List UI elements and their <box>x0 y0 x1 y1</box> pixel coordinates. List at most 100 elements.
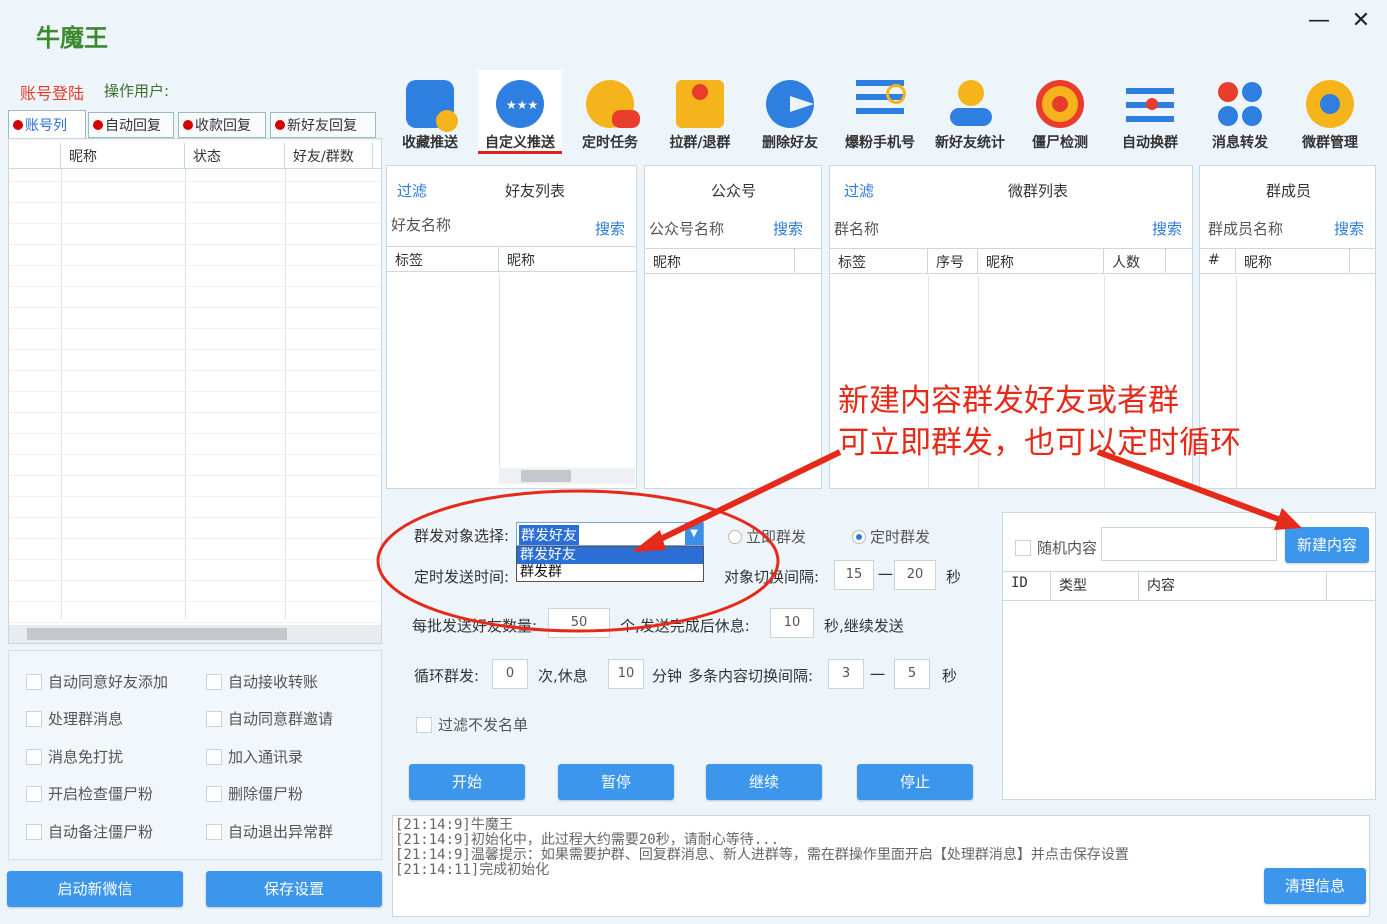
horizontal-scrollbar[interactable] <box>499 468 635 484</box>
close-icon[interactable]: ✕ <box>1348 8 1374 33</box>
option-delete-zombie[interactable]: 删除僵尸粉 <box>206 783 303 804</box>
col-header[interactable]: 好友/群数 <box>285 143 373 168</box>
multi-unit: 秒 <box>942 667 958 685</box>
toolbar-scheduled-task[interactable]: 定时任务 <box>568 70 652 154</box>
checkbox-icon <box>206 785 222 802</box>
loop-input[interactable]: 0 <box>492 659 528 689</box>
option-check-zombie[interactable]: 开启检查僵尸粉 <box>26 783 153 804</box>
toolbar-custom-push[interactable]: ★★★ 自定义推送 <box>478 70 562 154</box>
option-auto-receive-transfer[interactable]: 自动接收转账 <box>206 671 318 692</box>
option-auto-accept-invite[interactable]: 自动同意群邀请 <box>206 708 333 729</box>
col-header[interactable]: 昵称 <box>499 247 635 271</box>
col-header[interactable]: 序号 <box>928 249 978 273</box>
toolbar-message-forward[interactable]: 消息转发 <box>1198 70 1282 154</box>
dash: 一 <box>870 666 886 684</box>
switch-max-input[interactable]: 20 <box>894 560 936 590</box>
option-remark-zombie[interactable]: 自动备注僵尸粉 <box>26 821 153 842</box>
stop-button[interactable]: 停止 <box>857 764 973 800</box>
status-dot-icon <box>183 120 193 130</box>
toolbar-auto-switch-group[interactable]: 自动换群 <box>1108 70 1192 154</box>
loop-label: 循环群发: <box>414 667 480 685</box>
tab-label: 自动回复 <box>105 118 161 134</box>
official-title: 公众号 <box>711 182 757 200</box>
checkbox-icon <box>206 748 222 765</box>
tab-new-friend-reply[interactable]: 新好友回复 <box>270 112 376 138</box>
col-header[interactable]: 标签 <box>830 249 928 273</box>
start-button[interactable]: 开始 <box>409 764 525 800</box>
members-search-button[interactable]: 搜索 <box>1334 218 1364 239</box>
target-label: 群发对象选择: <box>414 527 510 545</box>
option-auto-accept-friend[interactable]: 自动同意好友添加 <box>26 671 168 692</box>
rest-input[interactable]: 10 <box>770 608 814 638</box>
col-header[interactable] <box>9 143 61 168</box>
horizontal-scrollbar[interactable] <box>9 625 381 643</box>
col-header[interactable]: # <box>1200 249 1236 273</box>
random-content-checkbox[interactable]: 随机内容 <box>1015 537 1097 558</box>
tab-account-list[interactable]: 账号列 <box>8 110 86 138</box>
dropdown-option[interactable]: 群发群 <box>517 564 703 581</box>
toolbar-new-friend-stats[interactable]: 新好友统计 <box>928 70 1012 154</box>
tab-payment-reply[interactable]: 收款回复 <box>178 112 266 138</box>
col-header[interactable]: 标签 <box>387 247 499 271</box>
chevron-down-icon[interactable]: ▼ <box>685 523 703 545</box>
dropdown-option[interactable]: 群发好友 <box>517 547 703 564</box>
loop-rest-input[interactable]: 10 <box>608 659 644 689</box>
target-select[interactable]: 群发好友 ▼ <box>516 522 704 546</box>
save-settings-button[interactable]: 保存设置 <box>206 871 382 907</box>
grid-dots-icon <box>1216 80 1264 128</box>
immediate-radio[interactable]: 立即群发 <box>728 526 806 547</box>
col-header[interactable]: 昵称 <box>978 249 1104 273</box>
bookmark-clock-icon <box>406 80 458 132</box>
groups-filter-link[interactable]: 过滤 <box>844 180 874 201</box>
multi-max-input[interactable]: 5 <box>894 659 930 689</box>
account-table[interactable]: 昵称 状态 好友/群数 <box>8 138 382 644</box>
resume-button[interactable]: 继续 <box>706 764 822 800</box>
option-mute[interactable]: 消息免打扰 <box>26 746 123 767</box>
target-icon <box>1036 80 1084 128</box>
status-dot-icon <box>13 119 23 130</box>
launch-wechat-button[interactable]: 启动新微信 <box>7 871 183 907</box>
filter-blacklist-checkbox[interactable]: 过滤不发名单 <box>416 714 528 735</box>
batch-input[interactable]: 50 <box>548 608 610 638</box>
toolbar-bookmark-push[interactable]: 收藏推送 <box>388 70 472 154</box>
loop-rest-unit: 分钟 <box>652 667 683 685</box>
user-chat-icon <box>586 80 640 128</box>
friends-filter-link[interactable]: 过滤 <box>397 180 427 201</box>
checkbox-label: 加入通讯录 <box>228 748 304 766</box>
members-name-label: 群成员名称 <box>1208 220 1284 238</box>
log-panel[interactable]: [21:14:9]牛魔王 [21:14:9]初始化中，此过程大约需要20秒，请耐… <box>392 815 1370 917</box>
new-content-button[interactable]: 新建内容 <box>1285 527 1369 563</box>
col-header[interactable]: ID <box>1003 572 1051 600</box>
toolbar-group-manage[interactable]: 微群管理 <box>1288 70 1372 154</box>
col-header[interactable]: 人数 <box>1104 249 1166 273</box>
groups-search-button[interactable]: 搜索 <box>1152 218 1182 239</box>
toolbar-zombie-detect[interactable]: 僵尸检测 <box>1018 70 1102 154</box>
option-exit-abnormal-group[interactable]: 自动退出异常群 <box>206 821 333 842</box>
toolbar-label: 微群管理 <box>1302 135 1358 151</box>
scheduled-radio[interactable]: 定时群发 <box>852 526 930 547</box>
col-header[interactable]: 昵称 <box>1236 249 1350 273</box>
app-window: 牛魔王 — ✕ 账号登陆 操作用户: 账号列 自动回复 收款回复 新好友回复 昵… <box>6 0 1380 924</box>
col-header[interactable]: 昵称 <box>645 249 795 273</box>
option-add-contacts[interactable]: 加入通讯录 <box>206 746 303 767</box>
login-label[interactable]: 账号登陆 <box>20 80 84 104</box>
minimize-icon[interactable]: — <box>1306 8 1332 33</box>
pause-button[interactable]: 暂停 <box>558 764 674 800</box>
col-header[interactable]: 昵称 <box>61 143 185 168</box>
col-header[interactable]: 类型 <box>1051 572 1139 600</box>
switch-min-input[interactable]: 15 <box>834 560 874 590</box>
toolbar-phone-fans[interactable]: 爆粉手机号 <box>838 70 922 154</box>
multi-min-input[interactable]: 3 <box>828 659 864 689</box>
col-header[interactable]: 内容 <box>1139 572 1327 600</box>
official-search-button[interactable]: 搜索 <box>773 218 803 239</box>
tab-auto-reply[interactable]: 自动回复 <box>88 112 174 138</box>
friends-search-button[interactable]: 搜索 <box>595 218 625 239</box>
content-input[interactable] <box>1101 527 1277 561</box>
option-handle-group-msg[interactable]: 处理群消息 <box>26 708 123 729</box>
toolbar-delete-friend[interactable]: 删除好友 <box>748 70 832 154</box>
clear-log-button[interactable]: 清理信息 <box>1264 868 1366 904</box>
toolbar-label: 自动换群 <box>1122 135 1178 151</box>
col-header[interactable]: 状态 <box>185 143 285 168</box>
friends-title: 好友列表 <box>505 182 566 200</box>
toolbar-join-leave-group[interactable]: 拉群/退群 <box>658 70 742 154</box>
